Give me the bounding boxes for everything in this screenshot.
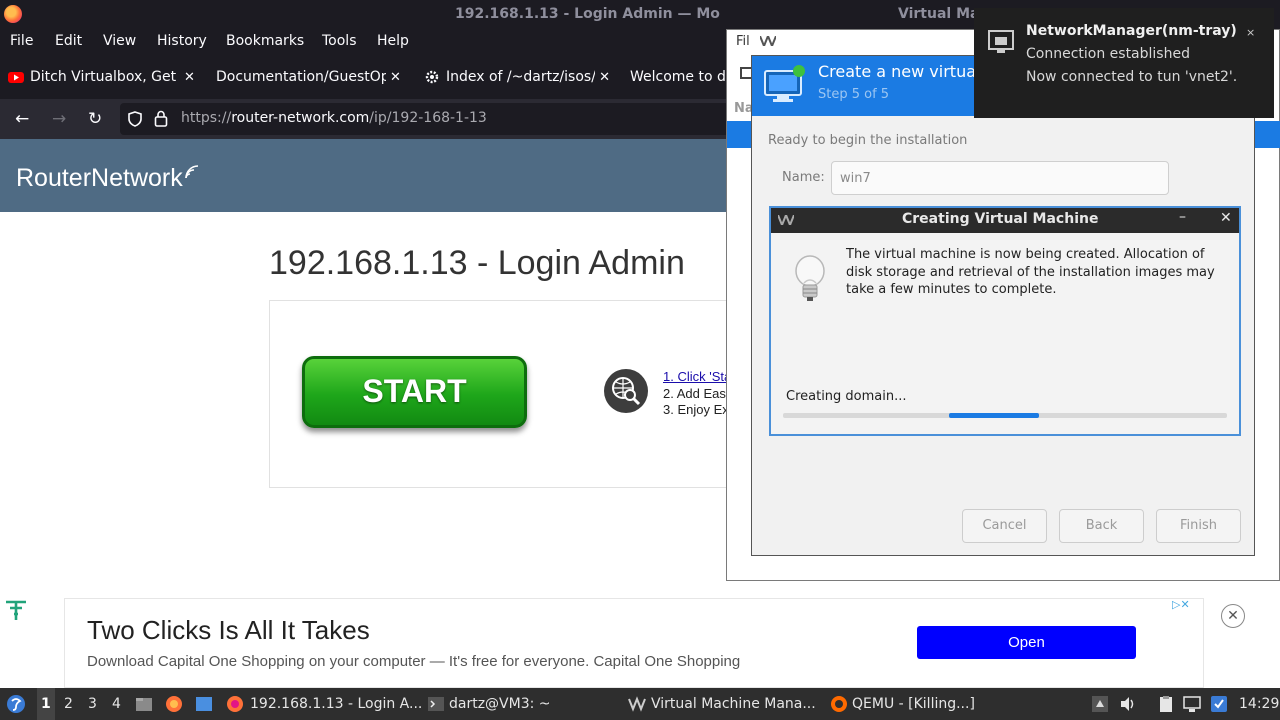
virt-manager-icon	[628, 696, 646, 712]
creating-dialog-title: Creating Virtual Machine	[902, 211, 1099, 227]
tab-label: Index of /~dartz/isos/	[446, 69, 596, 85]
tab-label: Ditch Virtualbox, Get Q	[30, 69, 180, 85]
task-firefox[interactable]: 192.168.1.13 - Login A...	[250, 696, 422, 712]
url-host: router-network.com	[231, 110, 370, 126]
workspace-2[interactable]: 2	[64, 696, 73, 712]
vm-logo-icon	[760, 36, 776, 46]
task-qemu[interactable]: QEMU - [Killing...]	[852, 696, 975, 712]
creating-status: Creating domain...	[786, 389, 907, 404]
clipboard-icon[interactable]	[1157, 695, 1175, 713]
new-vm-monitor-icon	[764, 65, 805, 102]
workspace-1[interactable]: 1	[37, 688, 55, 720]
ad-description[interactable]: Download Capital One Shopping on your co…	[87, 653, 740, 670]
url-text[interactable]: https://router-network.com/ip/192-168-1-…	[181, 110, 487, 126]
wifi-signal-icon	[184, 165, 198, 179]
ad-title[interactable]: Two Clicks Is All It Takes	[87, 615, 370, 646]
tab-ditch-virtualbox[interactable]: Ditch Virtualbox, Get Q ✕	[8, 55, 200, 99]
notification-line-2: Now connected to tun 'vnet2'.	[1026, 69, 1238, 85]
shield-icon[interactable]	[128, 111, 142, 127]
lightbulb-icon	[795, 255, 825, 301]
qemu-icon	[831, 696, 847, 712]
notification-line-1: Connection established	[1026, 46, 1190, 62]
firefox-launcher-icon[interactable]	[165, 695, 183, 713]
step-1-link[interactable]: 1. Click 'Sta	[663, 369, 732, 386]
logo-text-bold: Router	[16, 164, 92, 192]
vm-file-menu[interactable]: Fil	[736, 34, 750, 49]
task-terminal[interactable]: dartz@VM3: ~	[449, 696, 551, 712]
back-arrow-icon[interactable]: ←	[15, 109, 29, 129]
start-button[interactable]: START	[302, 356, 527, 428]
tray-arrow-icon[interactable]	[1091, 695, 1109, 713]
desktop-icon[interactable]	[195, 695, 213, 713]
freestar-logo-icon	[6, 600, 26, 620]
youtube-icon	[8, 72, 24, 83]
finish-button[interactable]: Finish	[1156, 509, 1241, 543]
close-tab-icon[interactable]: ✕	[390, 70, 401, 85]
vm-logo-icon	[778, 215, 794, 225]
menu-help[interactable]: Help	[377, 33, 409, 49]
terminal-icon	[428, 697, 444, 711]
clock[interactable]: 14:29	[1239, 696, 1279, 712]
close-icon[interactable]: ✕	[1220, 210, 1232, 226]
vm-window-title: Virtual Ma	[898, 6, 980, 22]
menu-history[interactable]: History	[157, 33, 207, 49]
notification-title: NetworkManager(nm-tray)	[1026, 23, 1237, 39]
wizard-step: Step 5 of 5	[818, 87, 890, 102]
page-title: 192.168.1.13 - Login Admin	[269, 244, 685, 282]
firefox-icon	[227, 696, 243, 712]
close-tab-icon[interactable]: ✕	[599, 70, 610, 85]
ad-open-button[interactable]: Open	[917, 626, 1136, 659]
minimize-icon[interactable]: –	[1179, 209, 1186, 225]
tab-welcome[interactable]: Welcome to de	[630, 55, 730, 99]
vm-name-field[interactable]: win7	[831, 161, 1169, 195]
network-wired-icon	[988, 30, 1014, 53]
tab-label: Documentation/GuestOpe	[216, 69, 386, 85]
notification-close-button[interactable]: ×	[1246, 26, 1255, 39]
progress-bar-pulse	[949, 413, 1039, 418]
url-scheme: https://	[181, 110, 232, 126]
adchoices-icon[interactable]: ▷✕	[1172, 598, 1204, 613]
wizard-ready-text: Ready to begin the installation	[768, 133, 968, 148]
menu-edit[interactable]: Edit	[55, 33, 82, 49]
wizard-title: Create a new virtua	[818, 62, 977, 81]
menu-file[interactable]: File	[10, 33, 33, 49]
step-3: 3. Enjoy Ext	[663, 402, 733, 417]
updates-icon[interactable]	[1210, 695, 1228, 713]
menu-tools[interactable]: Tools	[322, 33, 357, 49]
reload-icon[interactable]: ↻	[88, 109, 102, 129]
close-tab-icon[interactable]: ✕	[184, 70, 195, 85]
search-globe-icon	[604, 369, 648, 413]
task-virt-manager[interactable]: Virtual Machine Mana...	[651, 696, 816, 712]
tab-documentation[interactable]: Documentation/GuestOpe ✕	[216, 55, 402, 99]
firefox-logo-icon	[4, 5, 22, 23]
start-menu-icon[interactable]	[6, 694, 26, 714]
ad-close-button[interactable]: ✕	[1221, 604, 1245, 628]
logo-text-thin: Network	[91, 164, 183, 192]
lock-icon[interactable]	[154, 110, 168, 127]
cancel-button[interactable]: Cancel	[962, 509, 1047, 543]
volume-icon[interactable]	[1119, 695, 1137, 713]
gear-icon	[425, 70, 439, 84]
step-2: 2. Add Easy	[663, 385, 733, 401]
creating-message: The virtual machine is now being created…	[846, 247, 1215, 297]
window-title: 192.168.1.13 - Login Admin — Mo	[455, 6, 720, 22]
instructions-list: 1. Click 'Sta 2. Add Easy 3. Enjoy Ext	[663, 369, 732, 419]
tab-label: Welcome to de	[630, 69, 730, 85]
name-label: Name:	[782, 170, 825, 185]
network-tray-icon[interactable]	[1183, 695, 1201, 713]
back-button[interactable]: Back	[1059, 509, 1144, 543]
tab-index-isos[interactable]: Index of /~dartz/isos/ ✕	[424, 55, 610, 99]
workspace-3[interactable]: 3	[88, 696, 97, 712]
url-path: /ip/192-168-1-13	[369, 110, 487, 126]
menu-bookmarks[interactable]: Bookmarks	[226, 33, 304, 49]
forward-arrow-icon[interactable]: →	[52, 109, 66, 129]
routernetwork-logo[interactable]: RouterNetwork	[16, 164, 200, 193]
menu-view[interactable]: View	[103, 33, 136, 49]
workspace-4[interactable]: 4	[112, 696, 121, 712]
file-manager-icon[interactable]	[135, 695, 153, 713]
